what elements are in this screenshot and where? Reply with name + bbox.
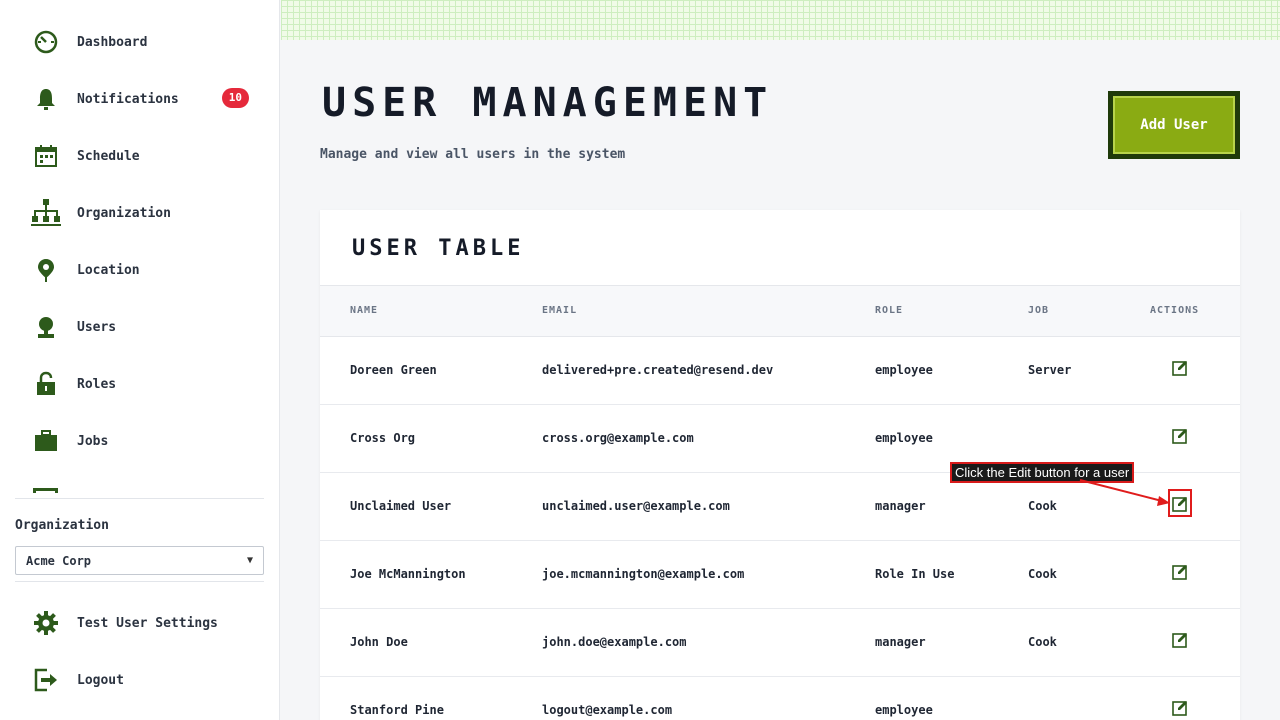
table-header: NAME EMAIL ROLE JOB ACTIONS <box>320 285 1240 337</box>
sidebar-item-label: Users <box>77 319 117 335</box>
edit-icon <box>1171 564 1187 580</box>
briefcase-icon <box>30 425 62 457</box>
column-header-actions: ACTIONS <box>1150 305 1200 316</box>
organization-select[interactable]: Acme Corp ▼ <box>15 546 264 575</box>
edit-icon <box>1171 360 1187 376</box>
organization-label: Organization <box>15 518 109 533</box>
table-row: Unclaimed User unclaimed.user@example.com… <box>320 473 1240 541</box>
sidebar-item-jobs[interactable]: Jobs <box>30 421 260 461</box>
cell-email: john.doe@example.com <box>542 635 687 649</box>
edit-user-button[interactable] <box>1171 426 1189 444</box>
cell-name: Stanford Pine <box>350 703 444 717</box>
table-row: Joe McMannington joe.mcmannington@example… <box>320 541 1240 609</box>
sidebar-item-label: Test User Settings <box>77 615 218 631</box>
cell-email: cross.org@example.com <box>542 431 694 445</box>
sidebar-item-schedule[interactable]: Schedule <box>30 136 260 176</box>
sidebar-item-label: Organization <box>77 205 171 221</box>
cell-name: Cross Org <box>350 431 416 445</box>
table-title: USER TABLE <box>352 236 525 261</box>
organization-select-value: Acme Corp <box>26 553 92 568</box>
sidebar-item-location[interactable]: Location <box>30 250 260 290</box>
edit-user-button[interactable] <box>1168 489 1192 517</box>
cell-name: Doreen Green <box>350 363 437 377</box>
cell-email: delivered+pre.created@resend.dev <box>542 363 774 377</box>
sidebar-item-organization[interactable]: Organization <box>30 193 260 233</box>
sidebar-item-dashboard[interactable]: Dashboard <box>30 22 260 62</box>
sidebar-item-roles[interactable]: Roles <box>30 364 260 404</box>
sidebar-item-users[interactable]: Users <box>30 307 260 347</box>
gear-icon <box>30 607 62 639</box>
lock-icon <box>30 368 62 400</box>
sidebar-item-label: Logout <box>77 672 124 688</box>
sidebar: Dashboard Notifications 10 Schedule Orga… <box>0 0 280 720</box>
sidebar-item-label: Schedule <box>77 148 140 164</box>
logout-icon <box>30 664 62 696</box>
bell-icon <box>30 83 62 115</box>
cell-role: Role In Use <box>875 567 955 581</box>
edit-user-button[interactable] <box>1171 630 1189 648</box>
cell-job: Cook <box>1028 567 1057 581</box>
calendar-icon <box>30 140 62 172</box>
sidebar-divider <box>15 581 264 582</box>
column-header-role: ROLE <box>875 305 904 316</box>
sidebar-item-test-user-settings[interactable]: Test User Settings <box>30 603 260 643</box>
column-header-job: JOB <box>1028 305 1050 316</box>
chevron-down-icon: ▼ <box>246 555 253 566</box>
org-chart-icon <box>30 197 62 229</box>
cell-role: manager <box>875 499 926 513</box>
sidebar-divider <box>15 498 264 499</box>
page-title: USER MANAGEMENT <box>322 80 774 126</box>
cell-name: Unclaimed User <box>350 499 452 513</box>
edit-icon <box>1171 632 1187 648</box>
edit-user-button[interactable] <box>1171 698 1189 716</box>
sidebar-item-label: Location <box>77 262 140 278</box>
instruction-callout: Click the Edit button for a user <box>950 462 1135 483</box>
decorative-grid-banner <box>281 0 1280 40</box>
cell-role: manager <box>875 635 926 649</box>
column-header-name: NAME <box>350 305 379 316</box>
add-user-button-label: Add User <box>1113 96 1235 154</box>
edit-icon <box>1171 700 1187 716</box>
user-icon <box>30 311 62 343</box>
cell-role: employee <box>875 703 933 717</box>
cell-role: employee <box>875 431 933 445</box>
sidebar-item-label: Jobs <box>77 433 109 449</box>
edit-icon <box>1171 428 1187 444</box>
column-header-email: EMAIL <box>542 305 578 316</box>
sidebar-item-label: Dashboard <box>77 34 148 50</box>
map-pin-icon <box>30 254 62 286</box>
edit-icon <box>1171 496 1187 512</box>
add-user-button[interactable]: Add User <box>1108 91 1240 159</box>
sidebar-item-notifications[interactable]: Notifications 10 <box>30 79 260 119</box>
edit-user-button[interactable] <box>1171 358 1189 376</box>
cell-email: logout@example.com <box>542 703 673 717</box>
cell-email: joe.mcmannington@example.com <box>542 567 745 581</box>
cell-email: unclaimed.user@example.com <box>542 499 730 513</box>
table-row: Doreen Green delivered+pre.created@resend… <box>320 337 1240 405</box>
edit-user-button[interactable] <box>1171 562 1189 580</box>
sidebar-item-label: Roles <box>77 376 117 392</box>
cell-job: Cook <box>1028 499 1057 513</box>
notification-count-badge: 10 <box>221 88 249 108</box>
more-nav-icon <box>33 488 58 493</box>
sidebar-item-logout[interactable]: Logout <box>30 660 260 700</box>
table-row: John Doe john.doe@example.com manager Cook <box>320 609 1240 677</box>
cell-name: Joe McMannington <box>350 567 466 581</box>
cell-job: Cook <box>1028 635 1057 649</box>
table-row: Stanford Pine logout@example.com employee <box>320 677 1240 720</box>
cell-name: John Doe <box>350 635 408 649</box>
sidebar-item-label: Notifications <box>77 91 179 107</box>
sidebar-nav: Dashboard Notifications 10 Schedule Orga… <box>0 0 280 493</box>
cell-job: Server <box>1028 363 1072 377</box>
page-subtitle: Manage and view all users in the system <box>320 147 626 162</box>
dashboard-icon <box>30 26 62 58</box>
cell-role: employee <box>875 363 933 377</box>
